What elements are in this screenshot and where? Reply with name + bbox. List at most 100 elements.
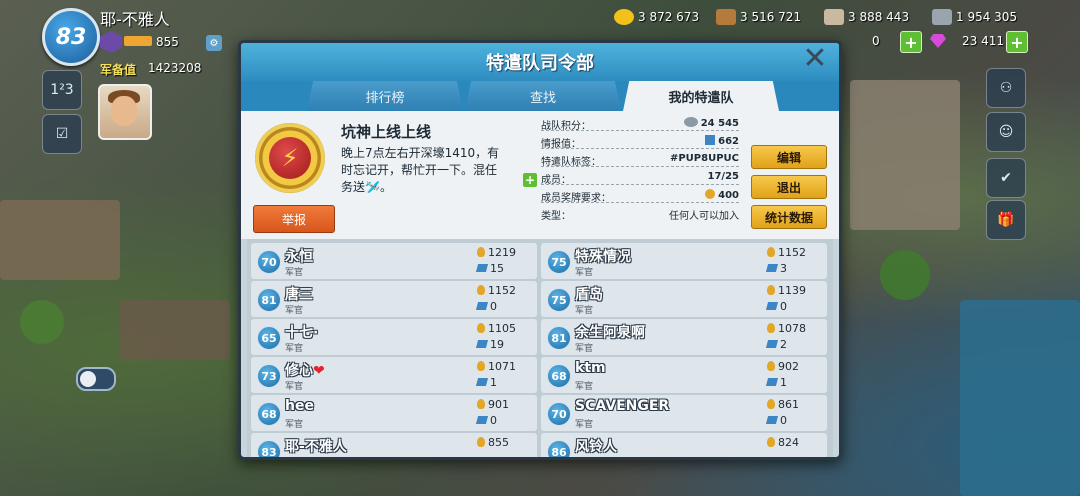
tab-leaderboard[interactable]: 排行榜	[307, 81, 463, 111]
member-list[interactable]: 70 永恒 军官 1219 15 75 特殊情况 军官 1152 3 81 唐三 军官 1152 0 75 盾岛…	[247, 239, 833, 457]
member-row[interactable]: 86 风铃人军官 824	[541, 433, 827, 457]
rank-icon	[100, 31, 122, 53]
edit-button[interactable]: 编辑	[751, 145, 827, 169]
leaderboard-button[interactable]: 1²3	[42, 70, 82, 110]
leave-button[interactable]: 退出	[751, 175, 827, 199]
iron-value: 1 954 305	[956, 10, 1018, 24]
medal-icon	[767, 399, 775, 409]
member-name: 余生阿泉啊	[575, 322, 645, 342]
member-medals: 1152	[767, 246, 806, 259]
clan-name: 坑神上线上线	[341, 123, 432, 141]
member-row[interactable]: 68 ktm 军官 902 1	[541, 357, 827, 393]
medal-icon	[477, 361, 485, 371]
player-level-badge[interactable]: 83	[42, 8, 100, 66]
member-row[interactable]: 68 hee 军官 901 0	[251, 395, 537, 431]
member-row[interactable]: 70 SCAVENGER 军官 861 0	[541, 395, 827, 431]
member-level: 75	[551, 255, 567, 269]
gold-icon	[614, 9, 634, 25]
member-row[interactable]: 81 唐三 军官 1152 0	[251, 281, 537, 317]
invite-plus-button[interactable]: +	[523, 173, 537, 187]
diamond-resource: 23 411	[930, 34, 1004, 48]
divider	[541, 130, 739, 131]
add-ammo-button[interactable]: +	[900, 31, 922, 53]
medal-icon	[477, 285, 485, 295]
member-level-badge: 73	[257, 364, 281, 388]
member-name-text: 修心	[285, 363, 313, 379]
gift-button[interactable]: 🎁	[986, 200, 1026, 240]
member-intel-value: 1	[780, 376, 787, 389]
member-level-badge: 68	[547, 364, 571, 388]
avatar[interactable]	[98, 84, 152, 140]
member-level: 65	[261, 331, 277, 345]
member-medals: 824	[767, 436, 799, 449]
member-level: 70	[261, 255, 277, 269]
member-intel: 1	[765, 376, 787, 389]
tab-my-taskforce[interactable]: 我的特遣队	[623, 81, 779, 111]
medal-icon	[767, 323, 775, 333]
member-row[interactable]: 83 耶-不雅人军官 855	[251, 433, 537, 457]
wood-value: 3 516 721	[740, 10, 802, 24]
member-level: 83	[261, 445, 277, 458]
stone-resource: 3 888 443	[824, 8, 909, 26]
member-intel-value: 1	[490, 376, 497, 389]
scenery-water	[960, 300, 1080, 496]
member-intel: 0	[765, 300, 787, 313]
medal-icon	[477, 399, 485, 409]
scenery-building	[120, 300, 230, 360]
add-diamonds-button[interactable]: +	[1006, 31, 1028, 53]
score-icon	[683, 117, 698, 127]
taskforce-dialog: 特遣队司令部 排行榜 查找 我的特遣队 ⚡ 坑神上线上线 晚上7点左右开深壕14…	[238, 40, 842, 460]
member-row[interactable]: 65 十七· 军官 1105 19	[251, 319, 537, 355]
member-medals: 861	[767, 398, 799, 411]
toggle-switch[interactable]	[76, 367, 116, 391]
member-medals-value: 1139	[778, 284, 806, 297]
member-medals: 1071	[477, 360, 516, 373]
member-row[interactable]: 75 盾岛 军官 1139 0	[541, 281, 827, 317]
intel-icon	[475, 302, 489, 310]
member-row[interactable]: 81 余生阿泉啊 军官 1078 2	[541, 319, 827, 355]
member-rank: 军官	[575, 306, 594, 316]
member-medals-value: 855	[488, 436, 509, 449]
divider	[541, 148, 739, 149]
divider	[541, 184, 739, 185]
stat-members-value: 17/25	[707, 171, 739, 182]
member-name: hee	[285, 398, 314, 414]
divider	[541, 166, 739, 167]
player-name: 耶-不雅人	[100, 10, 170, 29]
tasks-button[interactable]: ✔	[986, 158, 1026, 198]
report-button[interactable]: 举报	[253, 205, 335, 233]
member-medals-value: 1078	[778, 322, 806, 335]
member-name-text: 特殊情况	[575, 249, 631, 265]
member-medals-value: 824	[778, 436, 799, 449]
member-level-badge: 70	[547, 402, 571, 426]
member-row[interactable]: 75 特殊情况 军官 1152 3	[541, 243, 827, 279]
member-name-text: 十七·	[285, 325, 319, 341]
member-intel-value: 19	[490, 338, 504, 351]
medal-icon	[767, 285, 775, 295]
close-icon[interactable]: ✕	[800, 44, 830, 74]
friends-button[interactable]: ⚇	[986, 68, 1026, 108]
member-medals: 1105	[477, 322, 516, 335]
info-button[interactable]: ⚙	[206, 35, 222, 51]
profile-button[interactable]: ☺	[986, 112, 1026, 152]
member-name: 特殊情况	[575, 246, 631, 266]
clan-info-panel: ⚡ 坑神上线上线 晚上7点左右开深壕1410，有时忘记开，帮忙开一下。混任务送🛩…	[241, 111, 839, 239]
calendar-button[interactable]: ☑	[42, 114, 82, 154]
member-level: 81	[261, 293, 277, 307]
member-row[interactable]: 70 永恒 军官 1219 15	[251, 243, 537, 279]
member-name: ktm	[575, 360, 606, 376]
stone-icon	[824, 9, 844, 25]
member-row[interactable]: 73 修心❤ 军官 1071 1	[251, 357, 537, 393]
member-name: SCAVENGER	[575, 398, 669, 414]
member-rank: 军官	[575, 455, 593, 457]
member-level: 75	[551, 293, 567, 307]
member-level-badge: 81	[547, 326, 571, 350]
tab-search[interactable]: 查找	[465, 81, 621, 111]
dialog-title: 特遣队司令部	[241, 43, 839, 81]
member-name: 唐三	[285, 284, 313, 304]
lightning-icon: ⚡	[269, 137, 311, 179]
member-medals-value: 1219	[488, 246, 516, 259]
stats-button[interactable]: 统计数据	[751, 205, 827, 229]
medal-icon	[477, 323, 485, 333]
member-rank: 军官	[285, 344, 304, 354]
